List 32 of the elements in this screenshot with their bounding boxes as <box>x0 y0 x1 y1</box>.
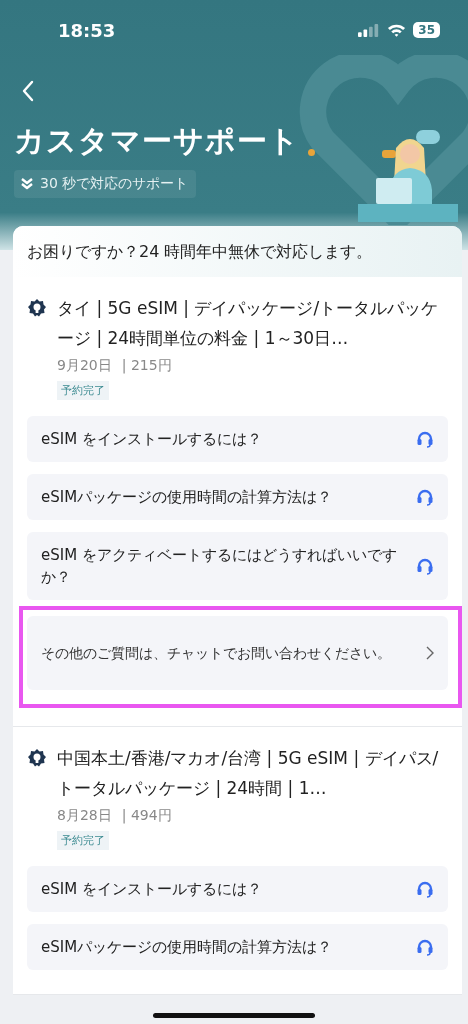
headset-icon <box>416 488 434 506</box>
chevron-right-icon <box>426 646 434 660</box>
battery-level: 35 <box>413 22 440 38</box>
accent-dot <box>308 149 315 156</box>
order-title: 中国本土/香港/マカオ/台湾 | 5G eSIM | デイパス/トータルパッケージ | 24時間 | 1… <box>57 747 440 800</box>
headset-icon <box>416 938 434 956</box>
double-chevron-icon <box>20 178 34 190</box>
order-price: | 494円 <box>121 807 172 825</box>
status-tag: 予約完了 <box>57 381 109 400</box>
chat-link[interactable]: その他のご質問は、チャットでお問い合わせください。 <box>27 616 448 690</box>
order-date: 8月28日 <box>57 807 112 825</box>
order-date: 9月20日 <box>57 357 112 375</box>
question-row[interactable]: eSIMパッケージの使用時間の計算方法は？ <box>27 924 448 970</box>
status-time: 18:53 <box>58 19 116 41</box>
page-title: カスタマーサポート <box>14 122 300 160</box>
signal-icon <box>358 23 381 37</box>
order-title: タイ | 5G eSIM | デイパッケージ/トータルパッケージ | 24時間単位の料金 | 1～30日… <box>57 297 440 350</box>
gear-icon <box>27 748 47 768</box>
heart-icon <box>298 55 468 225</box>
order-price: | 215円 <box>121 357 172 375</box>
question-row[interactable]: eSIMパッケージの使用時間の計算方法は？ <box>27 474 448 520</box>
headset-icon <box>416 880 434 898</box>
question-row[interactable]: eSIM をインストールするには？ <box>27 416 448 462</box>
headset-icon <box>416 557 434 575</box>
question-row[interactable]: eSIM をアクティベートするにはどうすればいいですか？ <box>27 532 448 600</box>
headset-icon <box>416 430 434 448</box>
question-row[interactable]: eSIM をインストールするには？ <box>27 866 448 912</box>
gear-icon <box>27 298 47 318</box>
intro-text: お困りですか？24 時間年中無休で対応します。 <box>13 226 462 277</box>
badge-text: 30 秒で対応のサポート <box>40 175 189 193</box>
wifi-icon <box>387 23 407 37</box>
status-tag: 予約完了 <box>57 831 109 850</box>
